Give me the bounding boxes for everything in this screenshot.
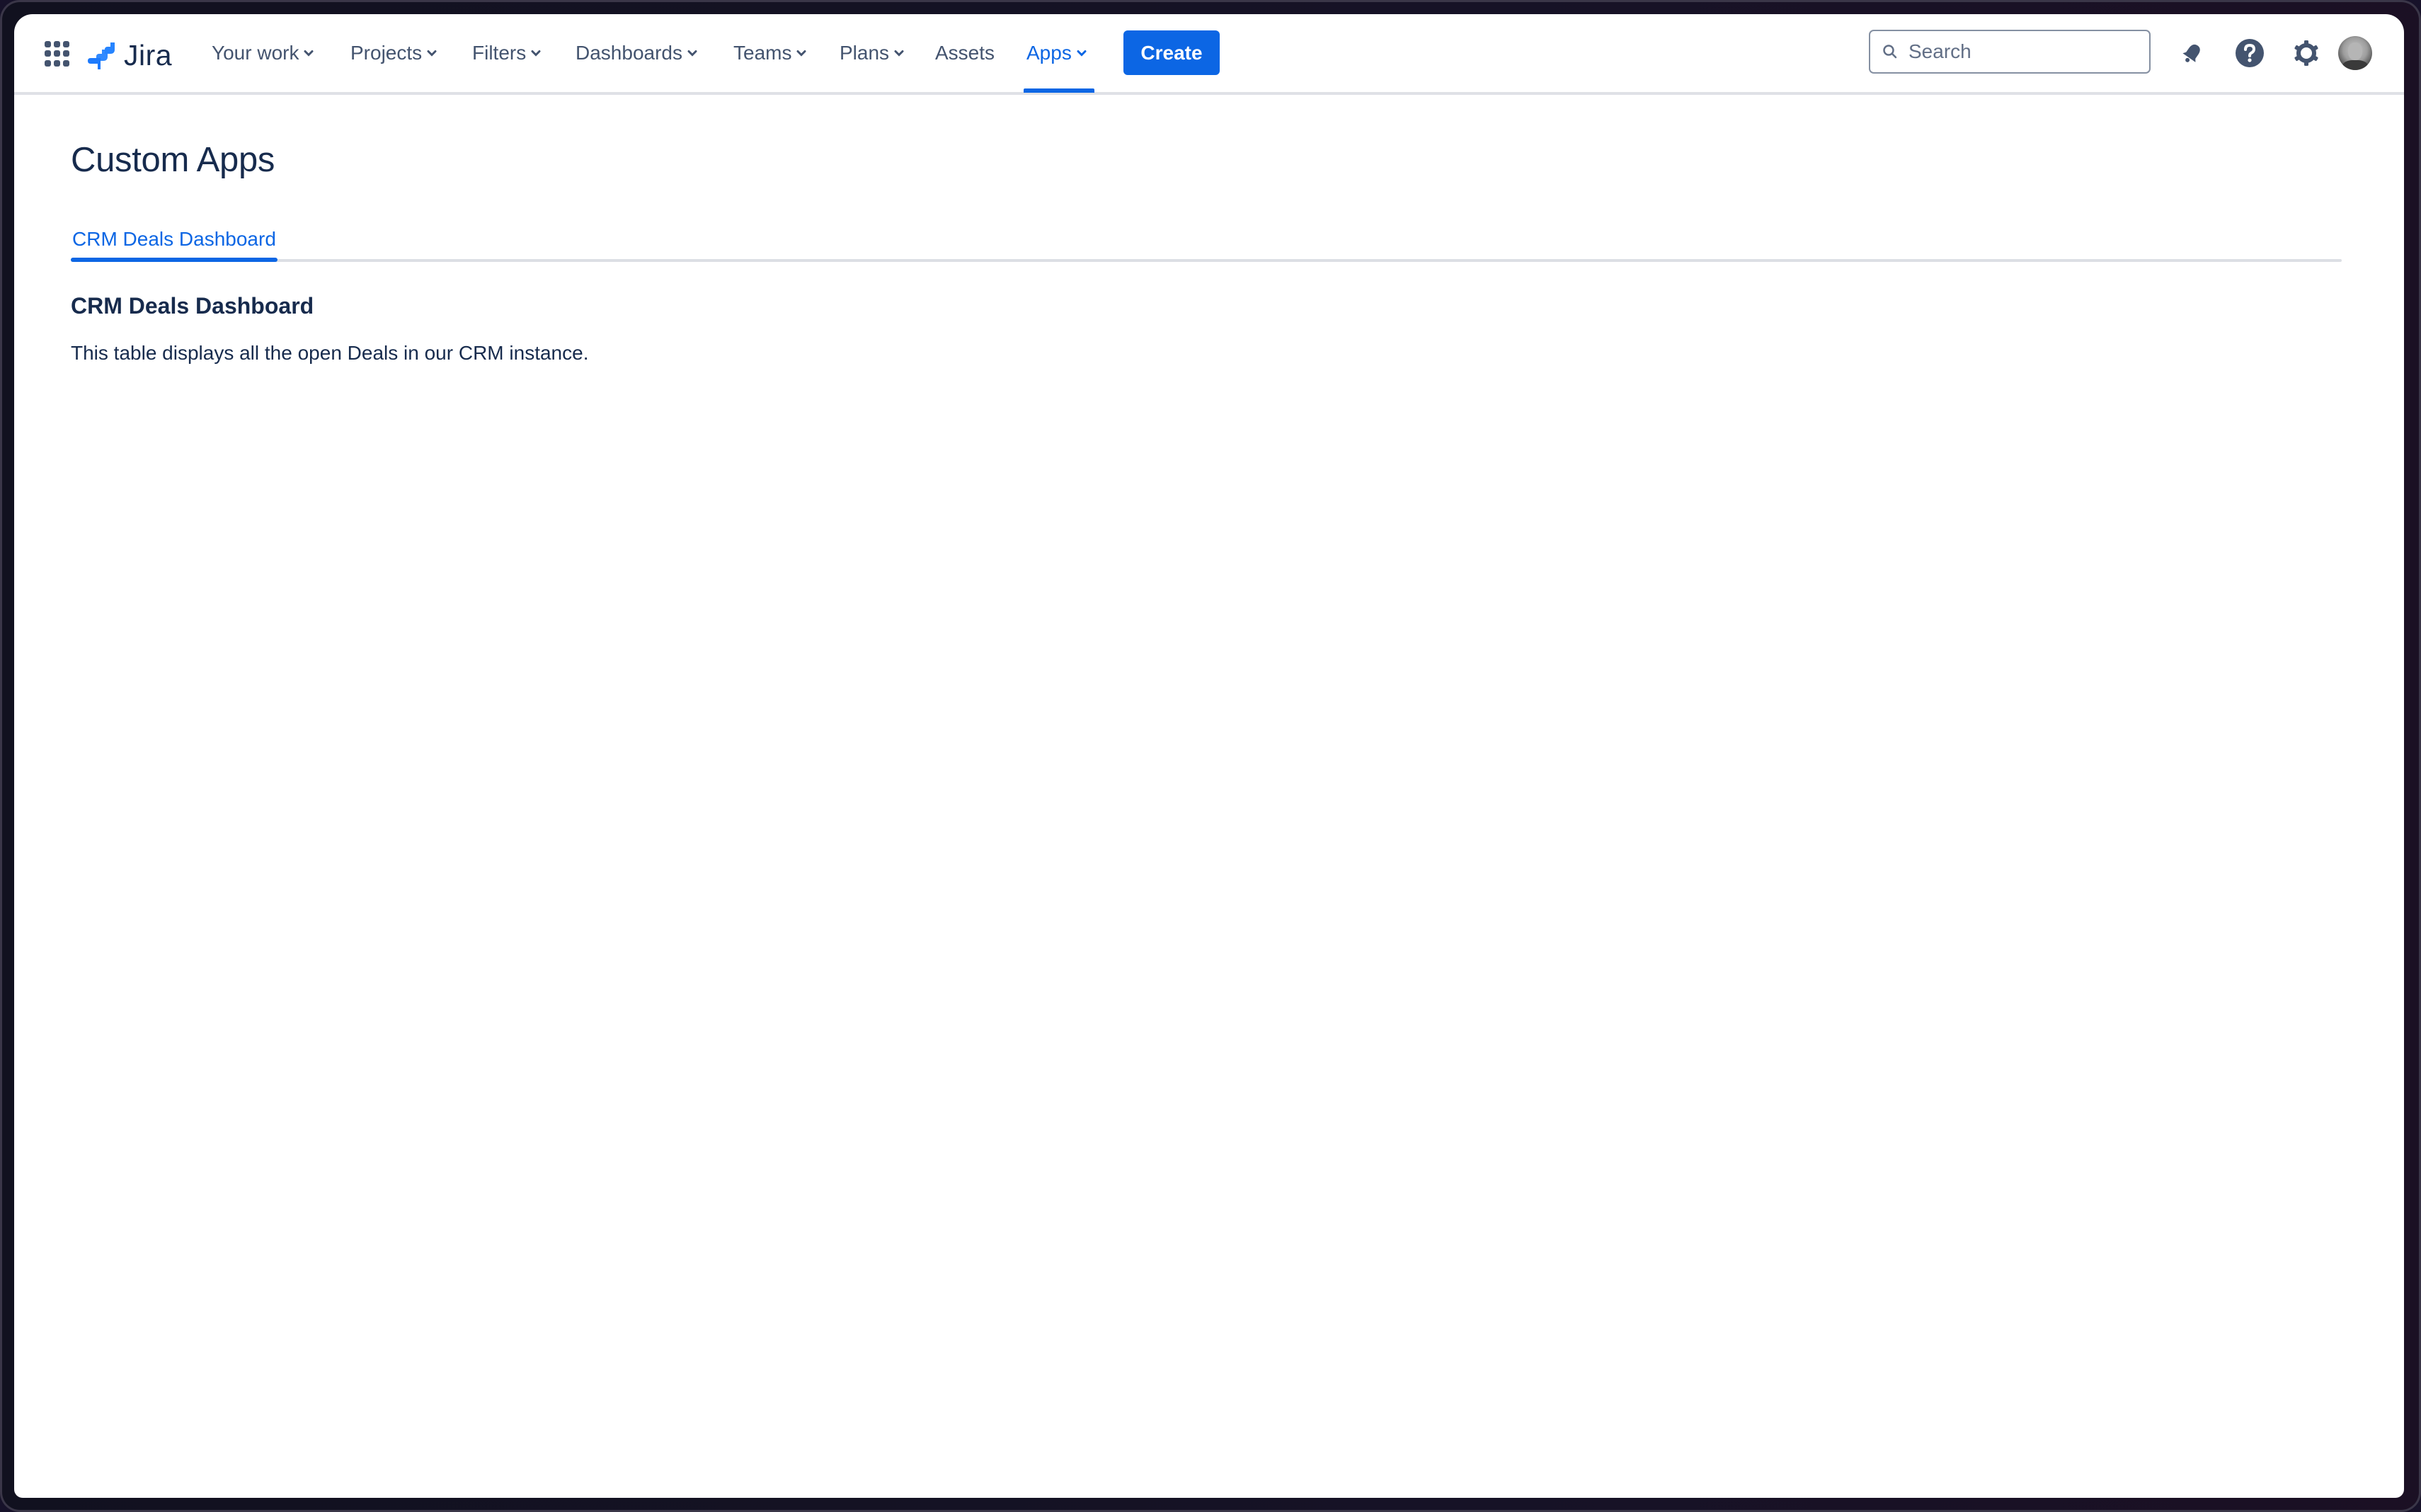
section-title: CRM Deals Dashboard	[71, 293, 314, 319]
nav-apps[interactable]: Apps	[1026, 38, 1087, 68]
active-nav-indicator	[1024, 88, 1094, 93]
chevron-down-icon	[796, 50, 806, 57]
nav-label: Dashboards	[576, 42, 682, 64]
nav-label: Assets	[935, 42, 995, 64]
profile-avatar[interactable]	[2338, 36, 2372, 70]
tab-list: CRM Deals Dashboard	[71, 219, 2342, 262]
nav-projects[interactable]: Projects	[350, 38, 437, 68]
nav-plans[interactable]: Plans	[840, 38, 904, 68]
chevron-down-icon	[894, 50, 904, 57]
chevron-down-icon	[1077, 50, 1087, 57]
nav-label: Projects	[350, 42, 423, 64]
nav-label: Your work	[212, 42, 299, 64]
nav-label: Apps	[1026, 42, 1072, 64]
jira-wordmark: Jira	[124, 38, 173, 71]
jira-logo-icon	[88, 42, 115, 69]
search-field[interactable]	[1869, 30, 2151, 74]
nav-label: Plans	[840, 42, 890, 64]
nav-dashboards[interactable]: Dashboards	[576, 38, 697, 68]
section-description: This table displays all the open Deals i…	[71, 342, 589, 364]
gear-icon	[2294, 40, 2318, 66]
grid-dots-icon	[45, 41, 51, 47]
nav-label: Teams	[733, 42, 792, 64]
browser-window: Jira Your work Projects Filters Dashboar…	[14, 14, 2404, 1498]
top-navigation: Jira Your work Projects Filters Dashboar…	[14, 14, 2404, 95]
settings-button[interactable]	[2289, 36, 2323, 70]
tab-crm-deals-dashboard[interactable]: CRM Deals Dashboard	[71, 219, 277, 262]
tab-label: CRM Deals Dashboard	[72, 228, 276, 250]
nav-label: Filters	[472, 42, 527, 64]
selected-tab-indicator	[71, 258, 277, 262]
create-button[interactable]: Create	[1123, 30, 1220, 75]
jira-home-link[interactable]: Jira	[86, 35, 172, 75]
search-icon	[1883, 45, 1897, 59]
search-input[interactable]	[1907, 40, 2136, 64]
help-button[interactable]	[2233, 36, 2267, 70]
help-icon	[2236, 39, 2264, 67]
chevron-down-icon	[427, 50, 437, 57]
notifications-button[interactable]	[2175, 36, 2209, 70]
avatar-shoulders	[2342, 60, 2368, 70]
app-switcher-button[interactable]	[45, 41, 70, 67]
tab-divider	[71, 259, 2342, 262]
page-title: Custom Apps	[71, 141, 275, 179]
avatar-face	[2348, 42, 2362, 60]
chevron-down-icon	[531, 50, 541, 57]
nav-teams[interactable]: Teams	[733, 38, 806, 68]
nav-filters[interactable]: Filters	[472, 38, 541, 68]
bell-icon	[2182, 44, 2200, 62]
chevron-down-icon	[304, 50, 314, 57]
nav-assets[interactable]: Assets	[935, 38, 995, 68]
chevron-down-icon	[687, 50, 697, 57]
nav-your-work[interactable]: Your work	[212, 38, 314, 68]
